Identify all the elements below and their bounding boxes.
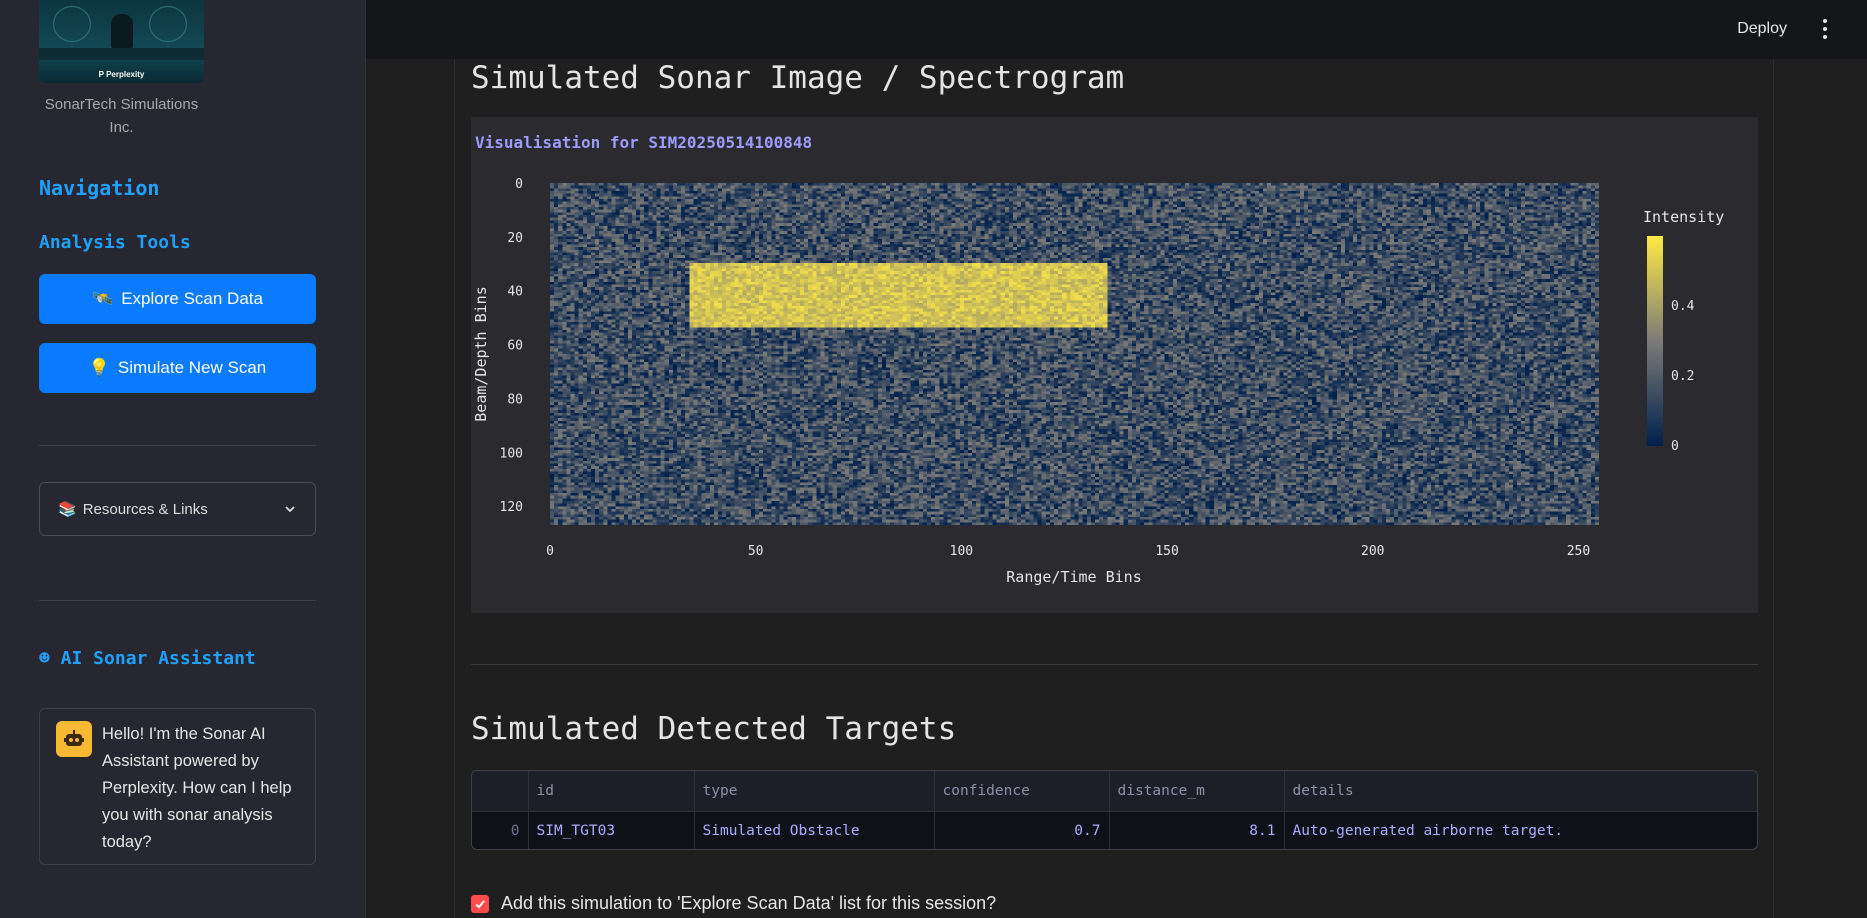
x-tick-label: 150 bbox=[1155, 544, 1178, 559]
ai-assistant-heading: ☻ AI Sonar Assistant bbox=[39, 648, 256, 669]
y-axis-label: Beam/Depth Bins bbox=[472, 286, 490, 421]
explore-scan-data-button[interactable]: 🛰️ Explore Scan Data bbox=[39, 274, 316, 324]
y-tick-label: 60 bbox=[507, 339, 523, 354]
spectrogram-chart: Visualisation for SIM20250514100848 0 20 4… bbox=[471, 117, 1758, 613]
x-tick-label: 100 bbox=[950, 544, 973, 559]
x-tick-label: 250 bbox=[1567, 544, 1590, 559]
table-row[interactable]: 0 SIM_TGT03 Simulated Obstacle 0.7 8.1 Auto-g… bbox=[472, 811, 1757, 849]
resources-expander-label: Resources & Links bbox=[82, 500, 208, 518]
checkmark-icon bbox=[475, 899, 485, 908]
x-axis-label: Range/Time Bins bbox=[1006, 568, 1141, 586]
y-tick-label: 120 bbox=[500, 500, 523, 515]
simulate-new-scan-button[interactable]: 💡 Simulate New Scan bbox=[39, 343, 316, 393]
books-icon: 📚 bbox=[58, 501, 77, 518]
table-cell[interactable]: 0 bbox=[472, 811, 529, 849]
resources-expander[interactable]: 📚 Resources & Links bbox=[39, 482, 316, 536]
table-cell[interactable]: Simulated Obstacle bbox=[694, 811, 935, 849]
colorbar-title: Intensity bbox=[1643, 208, 1724, 226]
sidebar: P Perplexity SonarTech Simulations Inc. … bbox=[0, 0, 366, 918]
targets-table[interactable]: id type confidence distance_m details 0 SIM_T… bbox=[471, 770, 1758, 850]
company-logo: P Perplexity bbox=[39, 0, 204, 83]
chat-message: Hello! I'm the Sonar AI Assistant powere… bbox=[39, 708, 316, 865]
deploy-button[interactable]: Deploy bbox=[1737, 20, 1787, 38]
section-divider bbox=[471, 664, 1758, 665]
column-header[interactable]: type bbox=[694, 771, 935, 812]
column-header[interactable] bbox=[472, 771, 529, 812]
colorbar bbox=[1647, 236, 1663, 446]
table-cell[interactable]: Auto-generated airborne target. bbox=[1284, 811, 1757, 849]
simulate-button-label: Simulate New Scan bbox=[117, 358, 267, 377]
add-to-list-label: Add this simulation to 'Explore Scan Dat… bbox=[501, 893, 997, 913]
content-border bbox=[1773, 59, 1774, 918]
heatmap-plot-area bbox=[550, 183, 1599, 525]
content-border bbox=[454, 59, 455, 918]
chevron-down-icon bbox=[285, 506, 295, 513]
logo-caption: P Perplexity bbox=[98, 70, 145, 79]
x-tick-label: 50 bbox=[748, 544, 764, 559]
assistant-message-text: Hello! I'm the Sonar AI Assistant powere… bbox=[102, 725, 292, 851]
colorbar-tick-label: 0.4 bbox=[1671, 299, 1695, 314]
table-cell[interactable]: 0.7 bbox=[934, 811, 1110, 849]
spectrogram-section-title: Simulated Sonar Image / Spectrogram bbox=[471, 60, 1125, 96]
table-cell[interactable]: SIM_TGT03 bbox=[528, 811, 695, 849]
more-options-icon[interactable] bbox=[1819, 18, 1831, 40]
sidebar-divider bbox=[39, 600, 316, 601]
sidebar-divider bbox=[39, 445, 316, 446]
column-header[interactable]: confidence bbox=[934, 771, 1110, 812]
top-bar: Deploy bbox=[366, 0, 1867, 59]
colorbar-tick-label: 0.2 bbox=[1671, 369, 1694, 384]
column-header[interactable]: distance_m bbox=[1109, 771, 1285, 812]
company-name: SonarTech Simulations Inc. bbox=[44, 96, 199, 136]
lightbulb-icon: 💡 bbox=[88, 358, 110, 377]
x-tick-label: 0 bbox=[546, 544, 554, 559]
analysis-tools-heading: Analysis Tools bbox=[39, 232, 191, 253]
add-to-list-checkbox[interactable] bbox=[471, 894, 489, 913]
table-cell[interactable]: 8.1 bbox=[1109, 811, 1285, 849]
navigation-heading: Navigation bbox=[39, 176, 160, 200]
targets-section-title: Simulated Detected Targets bbox=[471, 711, 957, 747]
y-tick-label: 20 bbox=[507, 231, 523, 246]
column-header[interactable]: id bbox=[528, 771, 695, 812]
y-tick-label: 80 bbox=[507, 392, 523, 407]
colorbar-tick-label: 0 bbox=[1671, 439, 1679, 454]
add-to-list-checkbox-row[interactable]: Add this simulation to 'Explore Scan Dat… bbox=[471, 893, 996, 914]
y-tick-label: 0 bbox=[515, 177, 523, 192]
y-tick-label: 40 bbox=[507, 285, 523, 300]
x-tick-label: 200 bbox=[1361, 544, 1384, 559]
column-header[interactable]: details bbox=[1284, 771, 1757, 812]
robot-icon bbox=[56, 721, 92, 757]
heatmap-svg: 0 20 40 60 80 100 120 0 50 100 150 200 250 Range/Ti… bbox=[472, 177, 1724, 586]
explore-button-label: Explore Scan Data bbox=[121, 289, 263, 308]
y-tick-label: 100 bbox=[500, 446, 523, 461]
satellite-icon: 🛰️ bbox=[92, 289, 114, 308]
